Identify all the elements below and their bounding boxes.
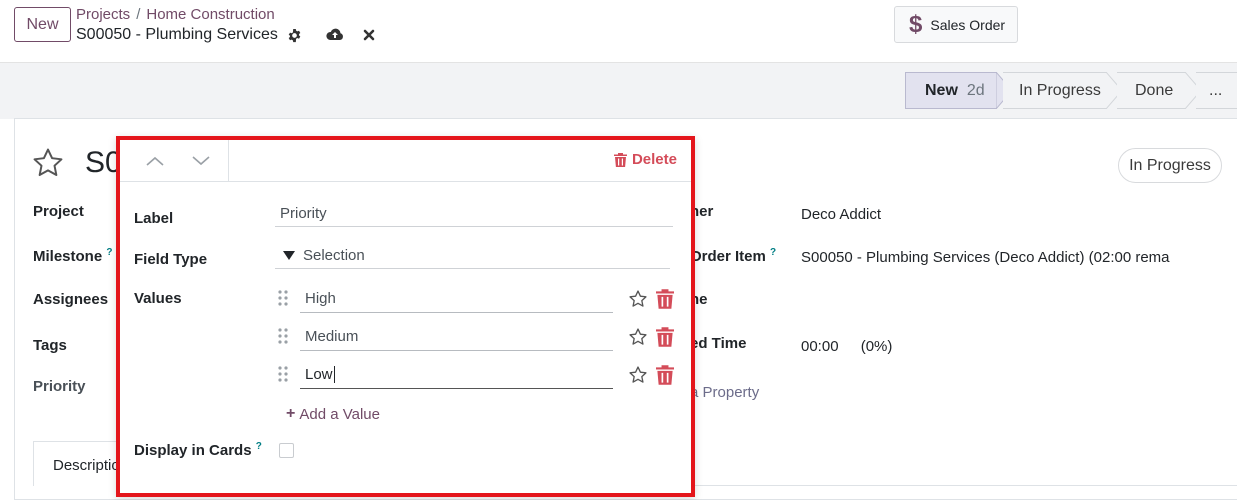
help-icon[interactable]: ?: [106, 247, 112, 258]
discard-icon[interactable]: [358, 25, 380, 45]
sales-order-item-value[interactable]: S00050 - Plumbing Services (Deco Addict)…: [801, 249, 1170, 266]
display-in-cards-checkbox[interactable]: [279, 443, 294, 458]
text-cursor: [333, 366, 335, 383]
chevron-up-icon[interactable]: [142, 151, 168, 171]
plus-icon: +: [286, 405, 296, 422]
allocated-time-percent: (0%): [860, 338, 893, 355]
sales-order-smart-button[interactable]: $ Sales Order: [894, 6, 1018, 43]
help-icon[interactable]: ?: [770, 247, 776, 258]
project-label: Project: [33, 203, 84, 220]
star-icon[interactable]: [628, 327, 648, 347]
stage-new-label: New: [925, 81, 958, 99]
gear-icon[interactable]: [284, 25, 306, 45]
add-value-label: Add a Value: [299, 405, 380, 423]
allocated-time-label: ed Time: [690, 335, 747, 352]
drag-handle-icon[interactable]: [276, 326, 290, 346]
trash-icon[interactable]: [656, 327, 674, 347]
record-title-row: S00050 - Plumbing Services: [76, 25, 380, 45]
star-icon[interactable]: [31, 146, 65, 180]
add-value-button[interactable]: + Add a Value: [286, 405, 380, 423]
breadcrumb: Projects / Home Construction: [76, 6, 275, 23]
values-label: Values: [134, 290, 182, 307]
breadcrumb-home-construction[interactable]: Home Construction: [146, 6, 274, 23]
help-icon[interactable]: ?: [256, 441, 262, 452]
delete-property-button[interactable]: Delete: [613, 151, 677, 168]
breadcrumb-projects[interactable]: Projects: [76, 6, 130, 23]
sales-order-label: Sales Order: [930, 16, 1006, 33]
label-field-label: Label: [134, 210, 174, 227]
value-input-active[interactable]: Low: [300, 361, 613, 389]
stage-more-label: ...: [1209, 81, 1223, 99]
delete-label: Delete: [631, 151, 677, 168]
trash-icon[interactable]: [656, 365, 674, 385]
popover-header: Delete: [120, 140, 691, 182]
dollar-icon: $: [909, 10, 923, 38]
sales-order-item-label: Order Item ?: [690, 247, 777, 265]
new-button[interactable]: New: [14, 7, 71, 42]
priority-label: Priority: [33, 378, 86, 395]
customer-value[interactable]: Deco Addict: [801, 206, 881, 223]
value-row: High: [276, 285, 676, 313]
state-badge[interactable]: In Progress: [1118, 148, 1222, 183]
stage-more[interactable]: ...: [1196, 72, 1237, 109]
label-input[interactable]: Priority: [275, 202, 673, 227]
add-property-link[interactable]: a Property: [690, 384, 759, 401]
stage-new-duration: 2d: [966, 81, 985, 99]
stage-in-progress[interactable]: In Progress: [1003, 72, 1107, 109]
assignees-label: Assignees: [33, 291, 109, 308]
record-title: S00050 - Plumbing Services: [76, 26, 278, 43]
star-icon[interactable]: [628, 289, 648, 309]
popover-nav: [120, 140, 229, 182]
cloud-upload-icon[interactable]: [324, 25, 346, 45]
stage-done-label: Done: [1135, 81, 1174, 99]
value-row: Low: [276, 361, 676, 389]
display-in-cards-label: Display in Cards ?: [134, 441, 262, 459]
allocated-time-value: 00:00 (0%): [801, 338, 893, 355]
field-type-label: Field Type: [134, 251, 208, 268]
stage-in-progress-label: In Progress: [1019, 81, 1101, 99]
value-input-text: Low: [305, 366, 333, 383]
trash-icon[interactable]: [656, 289, 674, 309]
trash-icon: [613, 152, 627, 167]
tags-label: Tags: [33, 337, 67, 354]
drag-handle-icon[interactable]: [276, 288, 290, 308]
milestone-label: Milestone ?: [33, 247, 113, 265]
field-type-select[interactable]: Selection: [275, 244, 670, 269]
stage-done[interactable]: Done: [1117, 72, 1186, 109]
tab-description[interactable]: Descriptio: [33, 441, 128, 486]
caret-down-icon: [283, 251, 295, 260]
stage-new[interactable]: New 2d: [905, 72, 997, 109]
star-icon[interactable]: [628, 365, 648, 385]
value-input[interactable]: Medium: [300, 323, 613, 351]
value-row: Medium: [276, 323, 676, 351]
breadcrumb-separator: /: [136, 6, 141, 23]
control-panel: New Projects / Home Construction S00050 …: [0, 0, 1237, 63]
chevron-down-icon[interactable]: [188, 151, 214, 171]
drag-handle-icon[interactable]: [276, 364, 290, 384]
property-definition-popover: Delete Label Priority Field Type Selecti…: [116, 136, 695, 497]
value-input[interactable]: High: [300, 285, 613, 313]
field-type-value: Selection: [303, 247, 365, 264]
